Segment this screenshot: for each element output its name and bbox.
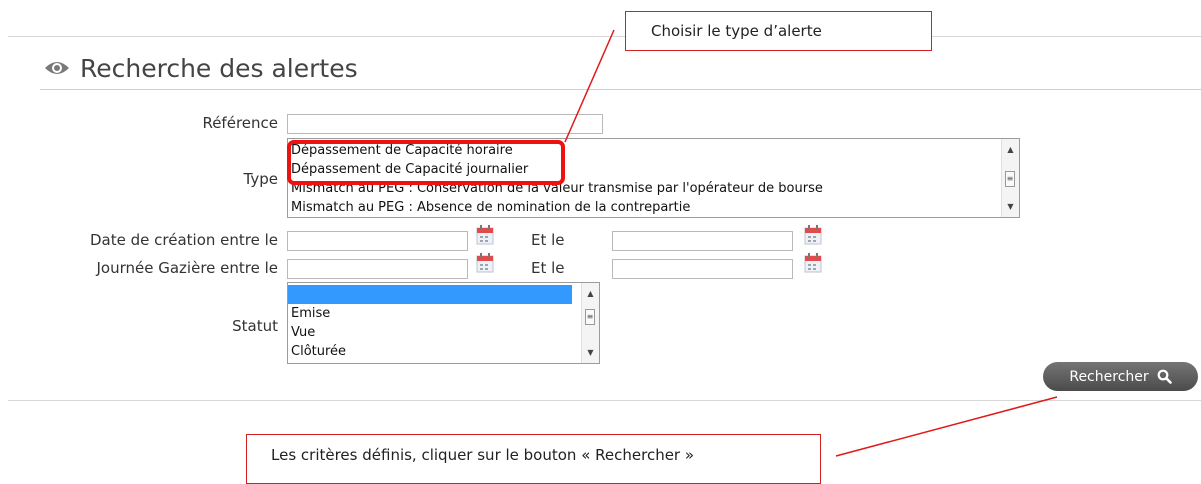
- calendar-icon[interactable]: [803, 224, 823, 246]
- reference-label: Référence: [202, 114, 278, 132]
- type-option[interactable]: Mismatch au PEG : Absence de nomination …: [288, 198, 1019, 217]
- scroll-up-icon[interactable]: ▲: [1002, 141, 1019, 158]
- statut-scrollbar[interactable]: ▲ ≡ ▼: [581, 283, 599, 363]
- calendar-icon[interactable]: [803, 252, 823, 274]
- journee-gaziere-to-input[interactable]: [612, 259, 793, 279]
- search-button[interactable]: Rechercher: [1043, 362, 1198, 391]
- search-button-label: Rechercher: [1069, 368, 1149, 385]
- journee-gaziere-and-label: Et le: [531, 259, 565, 277]
- callout-click-search-text: Les critères définis, cliquer sur le bou…: [271, 446, 695, 464]
- journee-gaziere-from-input[interactable]: [287, 259, 468, 279]
- statut-label: Statut: [232, 317, 278, 335]
- scroll-thumb[interactable]: ≡: [1005, 171, 1015, 187]
- panel-title-divider: [40, 89, 1201, 90]
- scroll-thumb[interactable]: ≡: [585, 309, 595, 325]
- statut-option[interactable]: Emise: [288, 304, 599, 323]
- date-creation-from-input[interactable]: [287, 231, 468, 251]
- eye-icon: [45, 62, 69, 74]
- date-creation-and-label: Et le: [531, 231, 565, 249]
- annotation-highlight-box: [287, 140, 565, 185]
- panel-bottom-border: [8, 400, 1201, 401]
- scroll-down-icon[interactable]: ▼: [582, 344, 599, 361]
- scroll-up-icon[interactable]: ▲: [582, 285, 599, 302]
- calendar-icon[interactable]: [475, 224, 495, 246]
- panel-header: Recherche des alertes: [44, 50, 358, 86]
- pointer-line-search: [835, 396, 1058, 457]
- statut-listbox[interactable]: Emise Vue Clôturée ▲ ≡ ▼: [287, 282, 600, 364]
- panel-top-border: [8, 36, 1201, 37]
- search-icon: [1157, 369, 1172, 384]
- date-creation-label: Date de création entre le: [90, 231, 278, 249]
- type-scrollbar[interactable]: ▲ ≡ ▼: [1001, 139, 1019, 217]
- journee-gaziere-label: Journée Gazière entre le: [96, 259, 278, 277]
- callout-choose-type-text: Choisir le type d’alerte: [651, 22, 822, 40]
- scroll-down-icon[interactable]: ▼: [1002, 198, 1019, 215]
- statut-option[interactable]: Vue: [288, 323, 599, 342]
- date-creation-to-input[interactable]: [612, 231, 793, 251]
- type-label: Type: [243, 170, 278, 188]
- statut-option-selected[interactable]: [288, 285, 572, 304]
- callout-choose-type: Choisir le type d’alerte: [625, 11, 932, 51]
- statut-option[interactable]: Clôturée: [288, 342, 599, 361]
- calendar-icon[interactable]: [475, 252, 495, 274]
- reference-input[interactable]: [287, 114, 603, 134]
- page-title: Recherche des alertes: [80, 53, 358, 83]
